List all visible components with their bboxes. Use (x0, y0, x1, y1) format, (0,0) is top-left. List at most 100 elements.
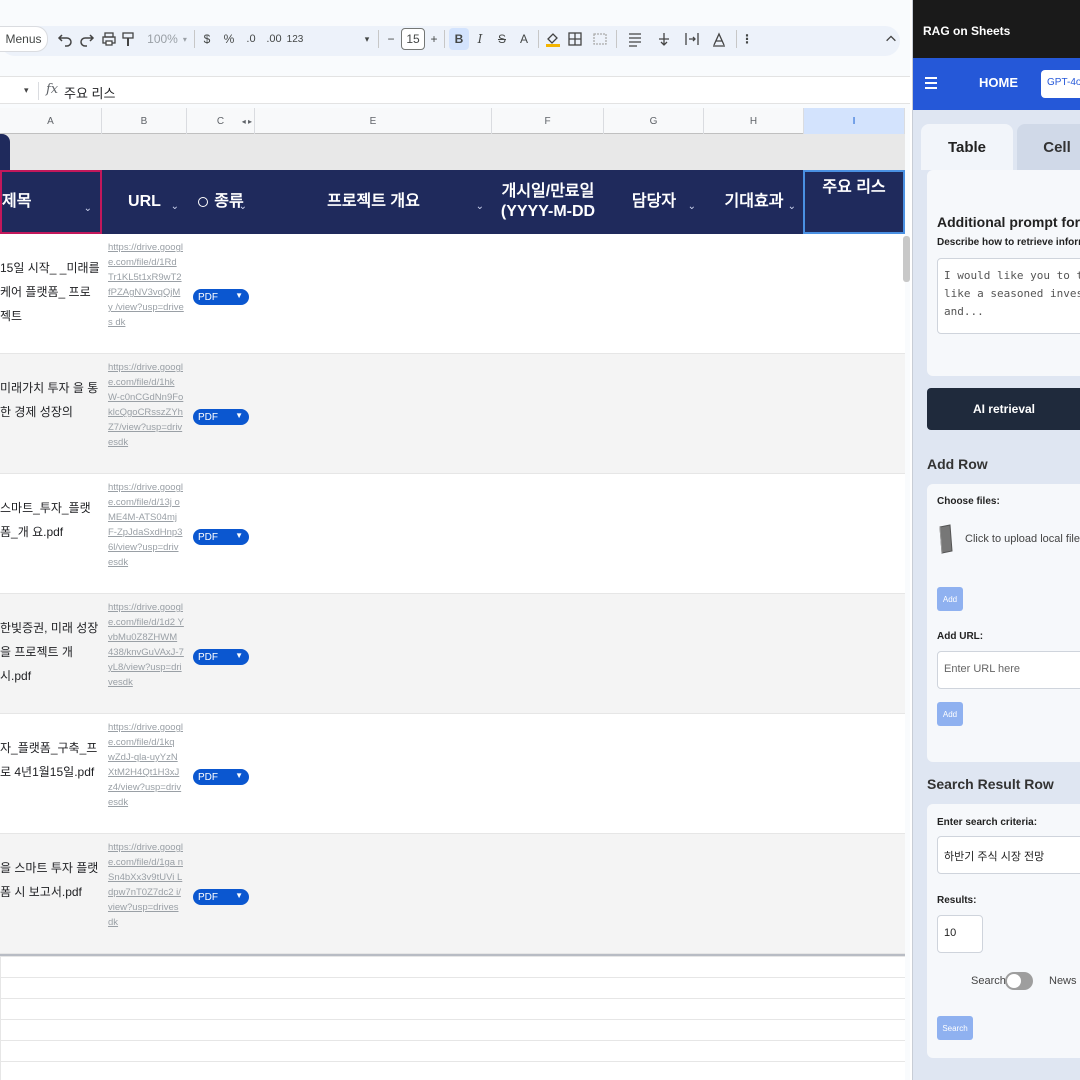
text-color-button[interactable]: A (516, 28, 532, 50)
search-criteria-input[interactable]: 하반기 주식 시장 전망 (937, 836, 1080, 874)
text-rotation-icon[interactable] (706, 28, 732, 50)
bold-button[interactable]: B (449, 28, 469, 50)
header-owner[interactable]: 담당자 ⌄ (604, 170, 704, 234)
table-row[interactable]: 15일 시작_ _미래를 케어 플랫폼_ 프로젝트 https://drive.… (0, 234, 905, 354)
table-row[interactable]: 을 스마트 투자 플랫폼 시 보고서.pdf https://drive.goo… (0, 834, 905, 954)
toolbar-divider (194, 30, 195, 48)
chevron-down-icon[interactable]: ⌄ (588, 197, 596, 217)
column-header-f[interactable]: F (492, 108, 604, 134)
title-cell[interactable]: 을 스마트 투자 플랫폼 시 보고서.pdf (0, 856, 100, 904)
hamburger-menu-icon[interactable] (925, 77, 937, 91)
vertical-align-icon[interactable] (652, 28, 676, 50)
url-link[interactable]: https://drive.google.com/file/d/1Rd Tr1K… (108, 240, 184, 330)
borders-icon[interactable] (566, 28, 584, 50)
results-label: Results: (937, 895, 977, 906)
prompt-subtitle: Describe how to retrieve information: (937, 237, 1080, 248)
table-row[interactable]: 한빛증권, 미래 성장을 프로젝트 개시.pdf https://drive.g… (0, 594, 905, 714)
zoom-select[interactable]: 100% ▾ (144, 28, 190, 50)
formula-input[interactable]: 주요 리스 (64, 83, 115, 102)
add-file-button[interactable]: Add (937, 587, 963, 611)
url-link[interactable]: https://drive.google.com/file/d/1ga nSn4… (108, 840, 184, 930)
column-header-g[interactable]: G (604, 108, 704, 134)
column-header-h[interactable]: H (704, 108, 804, 134)
results-count-input[interactable]: 10 (937, 915, 983, 953)
collapse-toolbar-icon[interactable] (884, 28, 898, 50)
hidden-columns-arrows-icon[interactable]: ◂ ▸ (242, 117, 252, 126)
column-header-i[interactable]: I (804, 108, 905, 134)
undo-icon[interactable] (56, 28, 74, 50)
chevron-down-icon: ▼ (235, 891, 243, 900)
header-url[interactable]: URL ⌄ (102, 170, 187, 234)
decrease-decimal-button[interactable]: .0 (242, 28, 260, 50)
chevron-down-icon[interactable]: ⌄ (84, 199, 92, 219)
increase-decimal-button[interactable]: .00 (264, 28, 284, 50)
home-link[interactable]: HOME (979, 75, 1018, 90)
add-url-button[interactable]: Add (937, 702, 963, 726)
table-row[interactable]: 자_플랫폼_구축_프로 4년1월15일.pdf https://drive.go… (0, 714, 905, 834)
header-risk[interactable]: 주요 리스 (803, 170, 905, 234)
type-chip[interactable]: PDF ▼ (193, 529, 249, 545)
url-input[interactable]: Enter URL here (937, 651, 1080, 689)
header-overview[interactable]: 프로젝트 개요 ⌄ (255, 170, 492, 234)
table-row[interactable]: 스마트_투자_플랫폼_개 요.pdf https://drive.google.… (0, 474, 905, 594)
chevron-down-icon[interactable]: ⌄ (239, 197, 247, 217)
search-news-toggle[interactable] (1005, 972, 1033, 990)
url-link[interactable]: https://drive.google.com/file/d/13j oME4… (108, 480, 184, 570)
fill-color-icon[interactable] (544, 28, 562, 50)
model-select[interactable]: GPT-4o-mini (1041, 70, 1080, 98)
title-cell[interactable]: 15일 시작_ _미래를 케어 플랫폼_ 프로젝트 (0, 256, 100, 328)
type-chip[interactable]: PDF ▼ (193, 289, 249, 305)
search-button[interactable]: Search (937, 1016, 973, 1040)
column-header-c[interactable]: C ◂ ▸ (187, 108, 255, 134)
chevron-down-icon[interactable]: ⌄ (171, 197, 179, 217)
column-header-b[interactable]: B (102, 108, 187, 134)
upload-local-files-link[interactable]: Click to upload local files (965, 533, 1080, 545)
text-wrap-icon[interactable] (680, 28, 704, 50)
column-header-a[interactable]: A (0, 108, 102, 134)
title-cell[interactable]: 스마트_투자_플랫폼_개 요.pdf (0, 496, 100, 544)
horizontal-align-icon[interactable] (622, 28, 648, 50)
tab-cell[interactable]: Cell (1017, 124, 1080, 170)
column-header-e[interactable]: E (255, 108, 492, 134)
chevron-down-icon[interactable]: ⌄ (476, 197, 484, 217)
prompt-textarea[interactable]: I would like you to think like a seasone… (937, 258, 1080, 334)
redo-icon[interactable] (78, 28, 96, 50)
title-cell[interactable]: 미래가치 투자 을 통한 경제 성장의 (0, 376, 100, 424)
url-link[interactable]: https://drive.google.com/file/d/1kq wZdJ… (108, 720, 184, 810)
url-link[interactable]: https://drive.google.com/file/d/1d2 YvbM… (108, 600, 184, 690)
ai-retrieval-button[interactable]: AI retrieval (927, 388, 1080, 430)
vertical-scrollbar[interactable] (903, 236, 910, 282)
table-row[interactable]: 미래가치 투자 을 통한 경제 성장의 https://drive.google… (0, 354, 905, 474)
title-cell[interactable]: 한빛증권, 미래 성장을 프로젝트 개시.pdf (0, 616, 100, 688)
italic-button[interactable]: I (472, 28, 488, 50)
currency-button[interactable]: $ (200, 28, 214, 50)
header-effect[interactable]: 기대효과 ⌄ (704, 170, 804, 234)
more-options-icon[interactable]: ⋮ (741, 28, 753, 50)
spreadsheet: Menus 100% ▾ $ % .0 .00 123 ▾ − 15 + B I … (0, 0, 910, 1080)
type-chip[interactable]: PDF ▼ (193, 409, 249, 425)
chevron-down-icon[interactable]: ⌄ (688, 197, 696, 217)
type-chip[interactable]: PDF ▼ (193, 649, 249, 665)
font-size-increase-button[interactable]: + (427, 28, 441, 50)
font-size-input[interactable]: 15 (401, 28, 425, 50)
chevron-down-icon[interactable]: ⌄ (788, 197, 796, 217)
header-title[interactable]: 제목 ⌄ (0, 170, 102, 234)
name-box-chevron-icon[interactable]: ▾ (24, 85, 29, 96)
type-chip[interactable]: PDF ▼ (193, 769, 249, 785)
type-chip[interactable]: PDF ▼ (193, 889, 249, 905)
strikethrough-button[interactable]: S (494, 28, 510, 50)
title-cell[interactable]: 자_플랫폼_구축_프로 4년1월15일.pdf (0, 736, 100, 784)
font-select-chevron-icon[interactable]: ▾ (362, 28, 372, 50)
header-type[interactable]: 종류 ⌄ (187, 170, 255, 234)
tab-table[interactable]: Table (921, 124, 1013, 170)
print-icon[interactable] (100, 28, 118, 50)
paint-format-icon[interactable] (120, 28, 136, 50)
font-size-decrease-button[interactable]: − (384, 28, 398, 50)
file-upload-icon[interactable] (937, 524, 955, 554)
percent-button[interactable]: % (222, 28, 236, 50)
merge-cells-icon[interactable] (588, 28, 612, 50)
header-date[interactable]: 개시일/만료일 (YYYY-M-DD ⌄ (492, 170, 604, 234)
number-format-button[interactable]: 123 (286, 28, 304, 50)
url-link[interactable]: https://drive.google.com/file/d/1hk W-c0… (108, 360, 184, 450)
menus-button[interactable]: Menus (0, 26, 48, 52)
